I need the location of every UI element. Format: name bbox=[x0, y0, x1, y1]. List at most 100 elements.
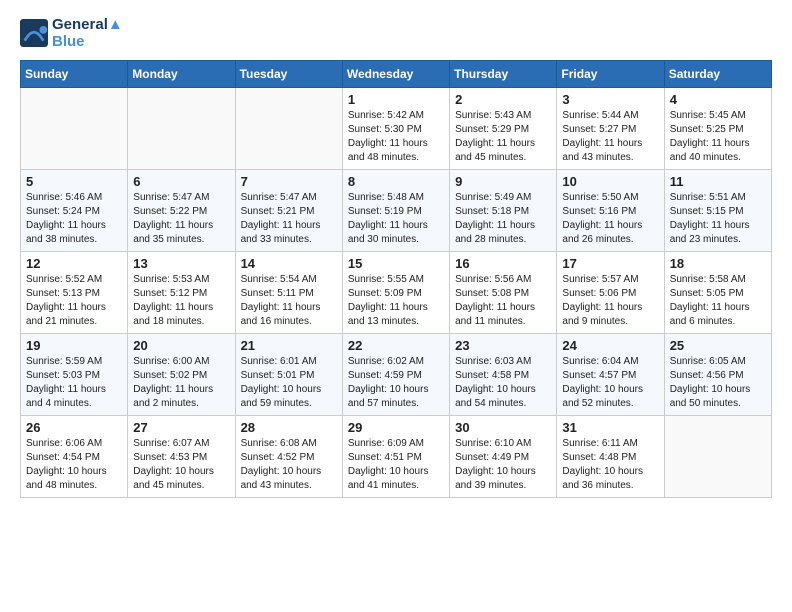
weekday-header-tuesday: Tuesday bbox=[235, 61, 342, 88]
day-info: Sunrise: 5:42 AM Sunset: 5:30 PM Dayligh… bbox=[348, 109, 444, 165]
day-info: Sunrise: 6:10 AM Sunset: 4:49 PM Dayligh… bbox=[455, 437, 551, 493]
day-number: 7 bbox=[241, 174, 337, 189]
day-number: 4 bbox=[670, 92, 766, 107]
day-number: 14 bbox=[241, 256, 337, 271]
day-number: 30 bbox=[455, 420, 551, 435]
calendar-cell: 24 Sunrise: 6:04 AM Sunset: 4:57 PM Dayli… bbox=[557, 334, 664, 416]
calendar-cell: 26Sunrise: 6:06 AM Sunset: 4:54 PM Dayli… bbox=[21, 416, 128, 498]
day-info: Sunrise: 6:04 AM Sunset: 4:57 PM Dayligh… bbox=[562, 355, 658, 411]
day-info: Sunrise: 5:50 AM Sunset: 5:16 PM Dayligh… bbox=[562, 191, 658, 247]
day-number: 5 bbox=[26, 174, 122, 189]
calendar-cell: 4Sunrise: 5:45 AM Sunset: 5:25 PM Daylig… bbox=[664, 88, 771, 170]
logo-text: General▲ Blue bbox=[52, 16, 123, 50]
day-number: 20 bbox=[133, 338, 229, 353]
day-number: 24 bbox=[562, 338, 658, 353]
day-info: Sunrise: 5:57 AM Sunset: 5:06 PM Dayligh… bbox=[562, 273, 658, 329]
day-number: 25 bbox=[670, 338, 766, 353]
calendar: SundayMondayTuesdayWednesdayThursdayFrid… bbox=[20, 60, 772, 498]
day-info: Sunrise: 6:05 AM Sunset: 4:56 PM Dayligh… bbox=[670, 355, 766, 411]
calendar-cell: 27 Sunrise: 6:07 AM Sunset: 4:53 PM Dayli… bbox=[128, 416, 235, 498]
day-info: Sunrise: 5:49 AM Sunset: 5:18 PM Dayligh… bbox=[455, 191, 551, 247]
day-number: 15 bbox=[348, 256, 444, 271]
day-info: Sunrise: 6:00 AM Sunset: 5:02 PM Dayligh… bbox=[133, 355, 229, 411]
day-info: Sunrise: 5:54 AM Sunset: 5:11 PM Dayligh… bbox=[241, 273, 337, 329]
day-number: 3 bbox=[562, 92, 658, 107]
weekday-header-row: SundayMondayTuesdayWednesdayThursdayFrid… bbox=[21, 61, 772, 88]
day-number: 10 bbox=[562, 174, 658, 189]
weekday-header-wednesday: Wednesday bbox=[342, 61, 449, 88]
day-number: 8 bbox=[348, 174, 444, 189]
day-info: Sunrise: 6:08 AM Sunset: 4:52 PM Dayligh… bbox=[241, 437, 337, 493]
page: General▲ Blue SundayMondayTuesdayWednesd… bbox=[0, 0, 792, 612]
calendar-cell: 7 Sunrise: 5:47 AM Sunset: 5:21 PM Daylig… bbox=[235, 170, 342, 252]
calendar-cell: 15 Sunrise: 5:55 AM Sunset: 5:09 PM Dayli… bbox=[342, 252, 449, 334]
day-info: Sunrise: 6:06 AM Sunset: 4:54 PM Dayligh… bbox=[26, 437, 122, 493]
day-number: 17 bbox=[562, 256, 658, 271]
week-row-4: 19Sunrise: 5:59 AM Sunset: 5:03 PM Dayli… bbox=[21, 334, 772, 416]
day-number: 29 bbox=[348, 420, 444, 435]
calendar-cell: 25 Sunrise: 6:05 AM Sunset: 4:56 PM Dayli… bbox=[664, 334, 771, 416]
calendar-cell: 12Sunrise: 5:52 AM Sunset: 5:13 PM Dayli… bbox=[21, 252, 128, 334]
calendar-cell: 8 Sunrise: 5:48 AM Sunset: 5:19 PM Daylig… bbox=[342, 170, 449, 252]
day-info: Sunrise: 5:48 AM Sunset: 5:19 PM Dayligh… bbox=[348, 191, 444, 247]
day-number: 2 bbox=[455, 92, 551, 107]
day-number: 22 bbox=[348, 338, 444, 353]
calendar-cell: 6 Sunrise: 5:47 AM Sunset: 5:22 PM Daylig… bbox=[128, 170, 235, 252]
week-row-3: 12Sunrise: 5:52 AM Sunset: 5:13 PM Dayli… bbox=[21, 252, 772, 334]
calendar-cell: 19Sunrise: 5:59 AM Sunset: 5:03 PM Dayli… bbox=[21, 334, 128, 416]
calendar-cell: 10 Sunrise: 5:50 AM Sunset: 5:16 PM Dayli… bbox=[557, 170, 664, 252]
day-info: Sunrise: 5:52 AM Sunset: 5:13 PM Dayligh… bbox=[26, 273, 122, 329]
day-info: Sunrise: 5:51 AM Sunset: 5:15 PM Dayligh… bbox=[670, 191, 766, 247]
day-number: 13 bbox=[133, 256, 229, 271]
weekday-header-saturday: Saturday bbox=[664, 61, 771, 88]
day-info: Sunrise: 5:47 AM Sunset: 5:21 PM Dayligh… bbox=[241, 191, 337, 247]
day-number: 18 bbox=[670, 256, 766, 271]
day-info: Sunrise: 6:01 AM Sunset: 5:01 PM Dayligh… bbox=[241, 355, 337, 411]
calendar-cell: 29 Sunrise: 6:09 AM Sunset: 4:51 PM Dayli… bbox=[342, 416, 449, 498]
calendar-cell: 28 Sunrise: 6:08 AM Sunset: 4:52 PM Dayli… bbox=[235, 416, 342, 498]
day-number: 1 bbox=[348, 92, 444, 107]
day-info: Sunrise: 6:07 AM Sunset: 4:53 PM Dayligh… bbox=[133, 437, 229, 493]
weekday-header-sunday: Sunday bbox=[21, 61, 128, 88]
day-info: Sunrise: 5:53 AM Sunset: 5:12 PM Dayligh… bbox=[133, 273, 229, 329]
calendar-cell: 13 Sunrise: 5:53 AM Sunset: 5:12 PM Dayli… bbox=[128, 252, 235, 334]
day-number: 6 bbox=[133, 174, 229, 189]
day-info: Sunrise: 5:56 AM Sunset: 5:08 PM Dayligh… bbox=[455, 273, 551, 329]
day-number: 21 bbox=[241, 338, 337, 353]
day-number: 19 bbox=[26, 338, 122, 353]
day-info: Sunrise: 5:44 AM Sunset: 5:27 PM Dayligh… bbox=[562, 109, 658, 165]
calendar-cell: 1 Sunrise: 5:42 AM Sunset: 5:30 PM Daylig… bbox=[342, 88, 449, 170]
calendar-cell: 5Sunrise: 5:46 AM Sunset: 5:24 PM Daylig… bbox=[21, 170, 128, 252]
day-number: 28 bbox=[241, 420, 337, 435]
day-number: 11 bbox=[670, 174, 766, 189]
day-info: Sunrise: 5:55 AM Sunset: 5:09 PM Dayligh… bbox=[348, 273, 444, 329]
calendar-cell bbox=[235, 88, 342, 170]
calendar-cell: 14 Sunrise: 5:54 AM Sunset: 5:11 PM Dayli… bbox=[235, 252, 342, 334]
week-row-1: 1 Sunrise: 5:42 AM Sunset: 5:30 PM Daylig… bbox=[21, 88, 772, 170]
day-number: 16 bbox=[455, 256, 551, 271]
logo: General▲ Blue bbox=[20, 16, 123, 50]
week-row-2: 5Sunrise: 5:46 AM Sunset: 5:24 PM Daylig… bbox=[21, 170, 772, 252]
logo-icon bbox=[20, 19, 48, 47]
day-info: Sunrise: 6:03 AM Sunset: 4:58 PM Dayligh… bbox=[455, 355, 551, 411]
calendar-cell: 16 Sunrise: 5:56 AM Sunset: 5:08 PM Dayli… bbox=[450, 252, 557, 334]
day-info: Sunrise: 6:09 AM Sunset: 4:51 PM Dayligh… bbox=[348, 437, 444, 493]
calendar-cell: 30 Sunrise: 6:10 AM Sunset: 4:49 PM Dayli… bbox=[450, 416, 557, 498]
calendar-cell: 21 Sunrise: 6:01 AM Sunset: 5:01 PM Dayli… bbox=[235, 334, 342, 416]
day-info: Sunrise: 6:11 AM Sunset: 4:48 PM Dayligh… bbox=[562, 437, 658, 493]
calendar-cell: 18Sunrise: 5:58 AM Sunset: 5:05 PM Dayli… bbox=[664, 252, 771, 334]
day-info: Sunrise: 5:43 AM Sunset: 5:29 PM Dayligh… bbox=[455, 109, 551, 165]
day-number: 27 bbox=[133, 420, 229, 435]
calendar-cell: 23 Sunrise: 6:03 AM Sunset: 4:58 PM Dayli… bbox=[450, 334, 557, 416]
day-info: Sunrise: 5:47 AM Sunset: 5:22 PM Dayligh… bbox=[133, 191, 229, 247]
calendar-cell: 31Sunrise: 6:11 AM Sunset: 4:48 PM Dayli… bbox=[557, 416, 664, 498]
calendar-cell bbox=[664, 416, 771, 498]
day-info: Sunrise: 6:02 AM Sunset: 4:59 PM Dayligh… bbox=[348, 355, 444, 411]
calendar-cell: 9 Sunrise: 5:49 AM Sunset: 5:18 PM Daylig… bbox=[450, 170, 557, 252]
calendar-cell: 11 Sunrise: 5:51 AM Sunset: 5:15 PM Dayli… bbox=[664, 170, 771, 252]
calendar-cell: 3 Sunrise: 5:44 AM Sunset: 5:27 PM Daylig… bbox=[557, 88, 664, 170]
day-number: 23 bbox=[455, 338, 551, 353]
day-number: 9 bbox=[455, 174, 551, 189]
header: General▲ Blue bbox=[20, 16, 772, 50]
weekday-header-friday: Friday bbox=[557, 61, 664, 88]
